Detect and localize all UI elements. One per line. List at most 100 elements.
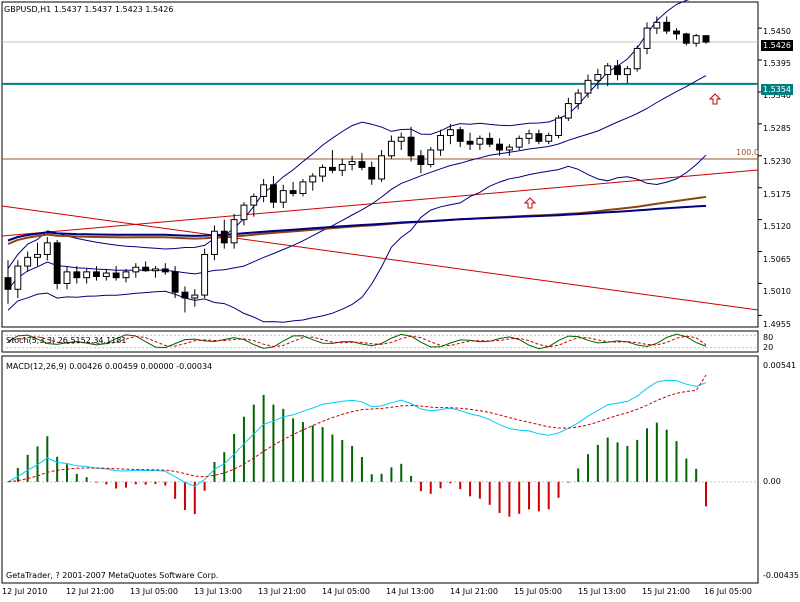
candle-body <box>260 184 268 197</box>
candle-body <box>338 164 346 171</box>
candle-body <box>152 268 159 272</box>
candle-body <box>230 219 238 244</box>
chart-canvas[interactable] <box>0 0 800 600</box>
candle-body <box>682 33 690 44</box>
ohlc-label: 1.5437 1.5437 1.5423 1.5426 <box>53 5 174 14</box>
price-tick: 1.5450 <box>763 27 791 36</box>
candle-body <box>358 161 366 168</box>
candle-body <box>564 103 572 119</box>
candle-body <box>427 149 435 166</box>
candle-body <box>574 92 582 105</box>
candle-body <box>142 266 150 272</box>
candle-body <box>73 271 81 279</box>
candle-body <box>191 294 199 299</box>
candle-body <box>486 137 494 145</box>
candle-body <box>555 117 562 136</box>
candle-body <box>633 47 641 70</box>
candle-body <box>220 230 228 244</box>
price-tick: 1.5065 <box>763 255 791 264</box>
candle-body <box>289 190 297 195</box>
stoch-level: 20 <box>763 343 774 352</box>
price-tick: 1.5230 <box>763 157 791 166</box>
ma-brown-line <box>7 195 707 245</box>
bollinger-lower <box>7 154 707 323</box>
candle-body <box>378 155 386 180</box>
time-tick: 13 Jul 13:00 <box>194 587 242 596</box>
candle-body <box>122 271 130 279</box>
candle-body <box>545 134 553 142</box>
hline-price-tag: 1.5354 <box>761 84 793 95</box>
price-tick: 1.4955 <box>763 320 791 329</box>
candle-body <box>112 272 120 279</box>
candle-body <box>53 242 61 284</box>
time-tick: 15 Jul 05:00 <box>514 587 562 596</box>
candle-body <box>623 68 631 76</box>
time-tick: 14 Jul 13:00 <box>386 587 434 596</box>
macd-tick: -0.00435 <box>763 571 799 580</box>
trend-line-up <box>1 169 759 237</box>
macd-tick: 0.00 <box>763 477 781 486</box>
candle-body <box>535 133 543 142</box>
candle-body <box>397 136 405 142</box>
macd-label: MACD(12,26,9) 0.00426 0.00459 0.00000 -0… <box>6 362 213 371</box>
bollinger-upper <box>7 0 690 269</box>
candle-body <box>201 253 209 296</box>
time-tick: 14 Jul 21:00 <box>450 587 498 596</box>
candle-body <box>515 137 523 148</box>
candle-body <box>250 195 258 206</box>
candle-body <box>269 184 277 203</box>
time-tick: 15 Jul 13:00 <box>578 587 626 596</box>
candle-body <box>525 133 533 139</box>
trend-line-down <box>1 205 759 311</box>
candle-body <box>673 30 680 35</box>
candle-body <box>584 79 592 94</box>
time-tick: 13 Jul 21:00 <box>258 587 306 596</box>
candle-body <box>702 35 710 43</box>
time-tick: 13 Jul 05:00 <box>130 587 178 596</box>
up-arrow-icon <box>524 197 536 209</box>
candle-body <box>368 166 376 180</box>
time-tick: 12 Jul 21:00 <box>66 587 114 596</box>
candle-body <box>132 266 140 273</box>
candle-body <box>24 256 32 267</box>
candle-body <box>663 21 671 32</box>
candle-body <box>348 161 356 166</box>
stoch-label: Stoch(5,3,3) 26.5152 34.1181 <box>6 336 127 345</box>
candle-body <box>653 21 661 29</box>
candle-body <box>83 271 91 279</box>
price-tick: 1.5285 <box>763 124 791 133</box>
candle-body <box>407 136 415 157</box>
macd-signal-line <box>7 374 707 483</box>
time-tick: 12 Jul 2010 <box>2 587 48 596</box>
fib-level-label: 100.0 <box>736 148 759 157</box>
chart-header: GBPUSD,H1 1.5437 1.5437 1.5423 1.5426 <box>4 5 173 14</box>
up-arrow-icon <box>709 93 721 105</box>
time-tick: 14 Jul 05:00 <box>322 587 370 596</box>
candle-body <box>43 242 51 255</box>
price-tick: 1.5395 <box>763 59 791 68</box>
time-tick: 15 Jul 21:00 <box>642 587 690 596</box>
candle-body <box>34 253 41 258</box>
time-tick: 16 Jul 05:00 <box>704 587 752 596</box>
candle-body <box>181 291 189 299</box>
symbol-label: GBPUSD,H1 <box>4 5 52 14</box>
candle-body <box>328 166 336 171</box>
candle-body <box>594 74 602 81</box>
candle-body <box>437 134 445 151</box>
bollinger-middle <box>7 75 707 290</box>
candle-body <box>279 190 287 203</box>
macd-main-line <box>7 379 707 487</box>
candle-body <box>240 204 248 221</box>
candle-body <box>93 271 100 278</box>
chart-window[interactable]: GBPUSD,H1 1.5437 1.5437 1.5423 1.5426 1.… <box>0 0 800 600</box>
macd-tick: 0.00541 <box>763 361 797 370</box>
candle-body <box>692 35 700 44</box>
price-tick: 1.5175 <box>763 190 791 199</box>
candle-body <box>14 265 22 290</box>
price-tick: 1.5120 <box>763 222 791 231</box>
current-price-tag: 1.5426 <box>761 40 793 51</box>
candle-body <box>417 155 425 166</box>
candle-body <box>211 230 218 255</box>
candle-body <box>476 137 484 145</box>
price-tick: 1.5010 <box>763 287 791 296</box>
